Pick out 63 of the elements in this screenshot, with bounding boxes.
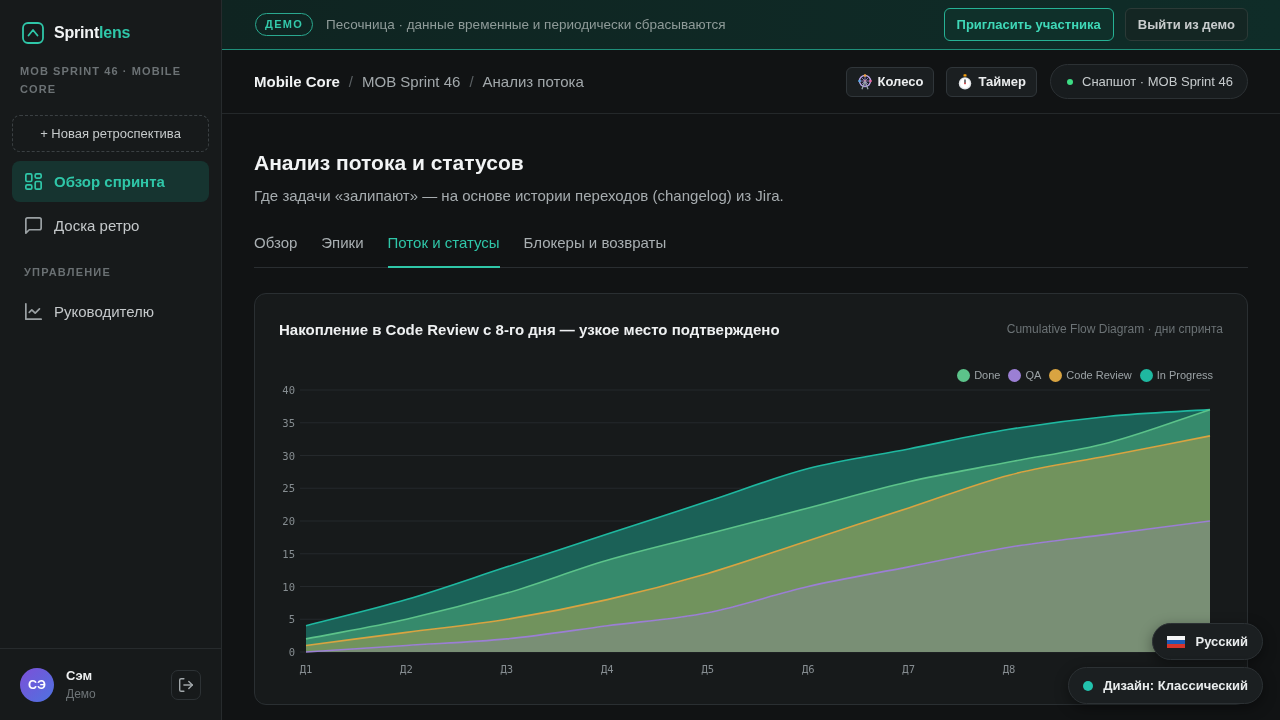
line-chart-icon bbox=[25, 303, 42, 320]
tab[interactable]: Эпики bbox=[321, 225, 364, 268]
page-subtitle: Где задачи «залипают» — на основе истории переходов (changelog) из Jira. bbox=[254, 186, 785, 206]
axis-tick-label: Д6 bbox=[801, 663, 815, 675]
stopwatch-icon bbox=[957, 73, 974, 90]
ferris-wheel-icon bbox=[856, 73, 873, 90]
sidebar-item[interactable]: Обзор спринта bbox=[12, 161, 209, 202]
exit-demo-button[interactable]: Выйти из демо bbox=[1124, 8, 1248, 41]
tab[interactable]: Обзор bbox=[254, 225, 298, 268]
sprint-label: MOB SPRINT 46 · MOBILE CORE bbox=[20, 64, 183, 97]
sidebar-item[interactable]: Доска ретро bbox=[12, 205, 209, 246]
tab[interactable]: Поток и статусы bbox=[387, 225, 500, 268]
axis-tick-label: Д7 bbox=[902, 663, 915, 675]
chart-caption: Cumulative Flow Diagram · дни спринта bbox=[1006, 322, 1223, 336]
axis-tick-label: 30 bbox=[282, 449, 295, 462]
legend-label: In Progress bbox=[1156, 369, 1213, 381]
axis-tick-label: Д1 bbox=[299, 663, 313, 675]
axis-tick-label: 35 bbox=[282, 416, 295, 429]
axis-tick-label: 5 bbox=[288, 613, 295, 626]
snapshot-pill[interactable]: Снапшот · MOB Sprint 46 bbox=[1050, 64, 1248, 99]
legend-label: QA bbox=[1025, 369, 1042, 381]
toolbar-button[interactable]: Колесо bbox=[845, 66, 935, 97]
toolbar-button[interactable]: Таймер bbox=[946, 66, 1037, 97]
logo-icon bbox=[22, 22, 44, 44]
breadcrumb-separator: / bbox=[469, 73, 474, 90]
axis-tick-label: 15 bbox=[282, 547, 295, 560]
user-avatar: СЭ bbox=[20, 667, 54, 702]
theme-button[interactable]: Дизайн: Классический bbox=[1068, 667, 1263, 704]
sandbox-notice: Песочница · данные временные и периодически сбрасываются bbox=[326, 17, 726, 32]
axis-tick-label: 25 bbox=[282, 482, 295, 495]
chart-title: Накопление в Code Review с 8-го дня — узкое место подтверждено bbox=[279, 320, 780, 338]
sidebar-item[interactable]: Руководителю bbox=[12, 291, 209, 332]
breadcrumb-link[interactable]: MOB Sprint 46 bbox=[362, 73, 461, 90]
axis-tick-label: 40 bbox=[282, 384, 295, 396]
axis-tick-label: 10 bbox=[282, 580, 295, 593]
axis-tick-label: Д3 bbox=[500, 663, 514, 675]
user-role: Демо bbox=[66, 685, 96, 703]
brand-name: Sprintlens bbox=[54, 24, 131, 42]
language-button[interactable]: Русский bbox=[1152, 623, 1263, 660]
legend-label: Code Review bbox=[1066, 369, 1132, 381]
breadcrumb-current: Анализ потока bbox=[482, 73, 584, 90]
section-label: УПРАВЛЕНИЕ bbox=[24, 265, 112, 279]
legend-label: Done bbox=[974, 369, 1001, 381]
breadcrumb-link[interactable]: Mobile Core bbox=[254, 73, 340, 90]
logout-button[interactable] bbox=[171, 669, 201, 700]
page-title: Анализ потока и статусов bbox=[254, 150, 525, 176]
new-retro-button[interactable]: + Новая ретроспектива bbox=[12, 115, 209, 152]
axis-tick-label: 20 bbox=[282, 515, 295, 527]
flag-icon bbox=[1167, 635, 1186, 648]
axis-tick-label: Д4 bbox=[601, 663, 614, 675]
chat-bubble-icon bbox=[25, 217, 42, 234]
status-dot-icon bbox=[1083, 680, 1094, 691]
logout-icon bbox=[179, 677, 193, 692]
layout-grid-icon bbox=[25, 173, 42, 190]
breadcrumb-separator: / bbox=[348, 73, 353, 90]
axis-tick-label: Д8 bbox=[1002, 663, 1016, 675]
invite-button[interactable]: Пригласить участника bbox=[943, 8, 1114, 41]
axis-tick-label: Д5 bbox=[701, 663, 715, 675]
axis-tick-label: Д2 bbox=[400, 663, 413, 675]
tab[interactable]: Блокеры и возвраты bbox=[523, 225, 667, 268]
status-dot-icon bbox=[1067, 78, 1073, 85]
user-name: Сэм bbox=[66, 666, 93, 685]
axis-tick-label: 0 bbox=[288, 646, 295, 658]
